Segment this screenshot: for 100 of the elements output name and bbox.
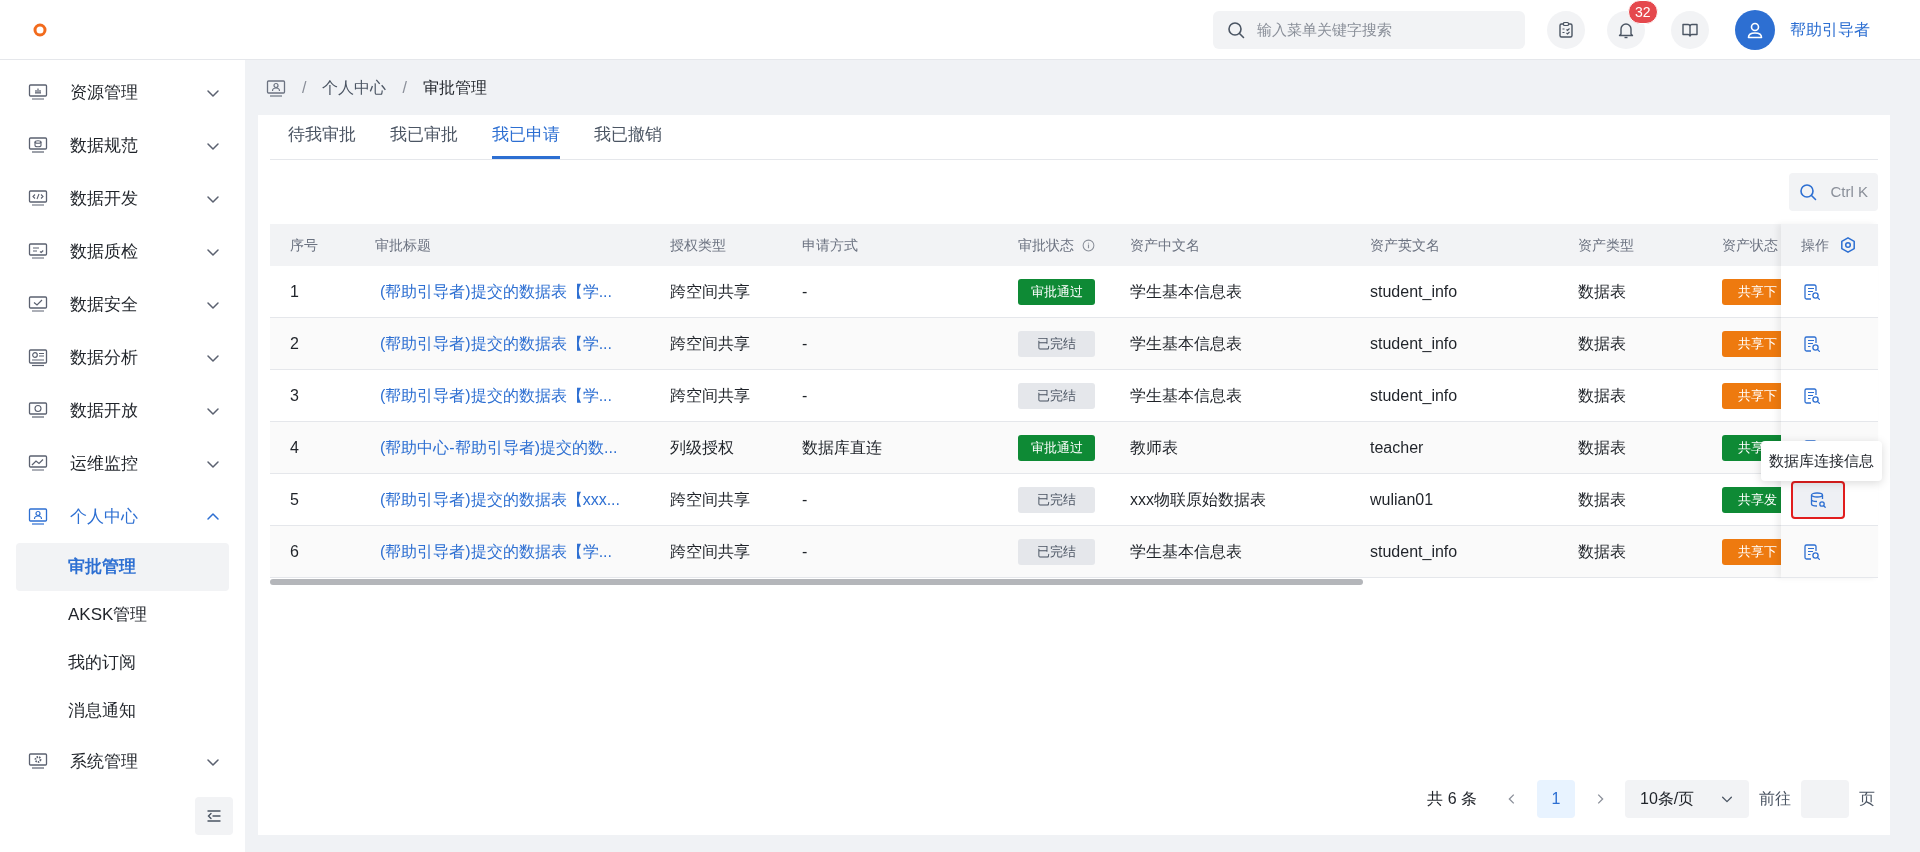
- page-suffix: 页: [1859, 789, 1875, 809]
- notification-badge: 32: [1628, 0, 1658, 24]
- table-cell-text: wulian01: [1370, 489, 1434, 510]
- clipboard-icon: [1557, 20, 1575, 39]
- table-cell-text: 列级授权: [670, 437, 734, 458]
- table-cell-text: student_info: [1370, 385, 1458, 406]
- table-cell-text: 跨空间共享: [670, 281, 750, 302]
- column-header: 资产中文名: [1130, 235, 1200, 255]
- search-icon: [1227, 20, 1245, 39]
- title-link[interactable]: (帮助引导者)提交的数据表【xxx...: [380, 487, 620, 512]
- submenu-item[interactable]: 审批管理: [16, 543, 229, 591]
- logo-icon: [33, 22, 47, 37]
- table-cell-text: 数据表: [1578, 541, 1626, 562]
- settings-icon: [1839, 236, 1857, 254]
- column-header: 审批标题: [375, 235, 431, 255]
- table-cell-text: -: [802, 385, 808, 406]
- table-cell-text: -: [802, 333, 808, 354]
- document-search-icon: [1803, 282, 1821, 301]
- status-badge: 审批通过: [1018, 434, 1095, 461]
- breadcrumb-item: 审批管理: [422, 77, 487, 98]
- search-field[interactable]: 输入菜单关键字搜索: [1213, 10, 1525, 49]
- table-cell-text: 跨空间共享: [670, 385, 750, 406]
- table-cell-text: -: [802, 489, 808, 510]
- search-icon: [1798, 183, 1817, 201]
- monitor-icon: [28, 400, 48, 421]
- bell-icon: [1617, 20, 1635, 39]
- sidebar-item[interactable]: 数据分析: [16, 336, 229, 379]
- tab[interactable]: 我已撤销: [594, 114, 662, 159]
- total-count: 共 6 条: [1427, 789, 1477, 809]
- goto-label: 前往: [1759, 789, 1791, 809]
- submenu-item[interactable]: 消息通知: [16, 687, 229, 735]
- sidebar-item[interactable]: 数据规范: [16, 124, 229, 167]
- column-header: 审批状态: [1018, 235, 1074, 255]
- page-button[interactable]: 1: [1537, 780, 1575, 818]
- scrollbar[interactable]: [270, 579, 1363, 585]
- monitor-icon: [28, 751, 48, 772]
- monitor-icon: [28, 82, 48, 103]
- collapse-button[interactable]: [195, 797, 233, 835]
- breadcrumb-separator: /: [402, 77, 407, 98]
- table-cell-text: 学生基本信息表: [1130, 385, 1242, 406]
- sidebar-item[interactable]: 数据安全: [16, 283, 229, 326]
- table-cell-text: 3: [290, 385, 299, 406]
- monitor-icon: [28, 506, 48, 527]
- tab[interactable]: 我已审批: [390, 114, 458, 159]
- person-icon: [266, 78, 286, 97]
- user-name[interactable]: 帮助引导者: [1790, 17, 1870, 42]
- table-cell-text: 教师表: [1130, 437, 1178, 458]
- monitor-icon: [28, 294, 48, 315]
- breadcrumb-item[interactable]: 个人中心: [322, 75, 387, 100]
- book-button[interactable]: [1671, 10, 1709, 49]
- document-search-icon: [1803, 386, 1821, 405]
- table-cell-text: 跨空间共享: [670, 489, 750, 510]
- table-cell-text: teacher: [1370, 437, 1424, 458]
- clipboard-button[interactable]: [1547, 10, 1585, 49]
- column-header: 申请方式: [802, 235, 858, 255]
- status-badge: 审批通过: [1018, 278, 1095, 305]
- table-cell-text: 学生基本信息表: [1130, 541, 1242, 562]
- table-cell-text: student_info: [1370, 281, 1458, 302]
- table-cell-text: 数据库直连: [802, 437, 882, 458]
- column-header: 资产类型: [1578, 235, 1634, 255]
- sidebar-item[interactable]: 数据开发: [16, 177, 229, 220]
- sidebar-item[interactable]: 个人中心: [16, 495, 229, 538]
- tab[interactable]: 我已申请: [492, 114, 560, 159]
- document-search-icon: [1803, 542, 1821, 561]
- table-cell-text: 学生基本信息表: [1130, 281, 1242, 302]
- table-cell-text: 数据表: [1578, 385, 1626, 406]
- sidebar-item[interactable]: 数据质检: [16, 230, 229, 273]
- title-link[interactable]: (帮助引导者)提交的数据表【学...: [380, 331, 612, 356]
- column-header: 资产英文名: [1370, 235, 1440, 255]
- sidebar-item[interactable]: 数据开放: [16, 389, 229, 432]
- page-size-select[interactable]: 10条/页: [1625, 780, 1749, 818]
- status-badge: 已完结: [1018, 330, 1095, 357]
- title-link[interactable]: (帮助引导者)提交的数据表【学...: [380, 279, 612, 304]
- breadcrumb-separator: /: [302, 77, 307, 98]
- sidebar-item[interactable]: 资源管理: [16, 71, 229, 114]
- sidebar-item[interactable]: 运维监控: [16, 442, 229, 485]
- table-cell-text: 跨空间共享: [670, 333, 750, 354]
- document-search-icon: [1803, 334, 1821, 353]
- table-cell-text: 5: [290, 489, 299, 510]
- sidebar-item[interactable]: 系统管理: [16, 740, 229, 783]
- table-cell-text: 数据表: [1578, 437, 1626, 458]
- column-header: 授权类型: [670, 235, 726, 255]
- submenu-item[interactable]: 我的订阅: [16, 639, 229, 687]
- table-cell-text: student_info: [1370, 333, 1458, 354]
- status-badge: 已完结: [1018, 486, 1095, 513]
- status-badge: 已完结: [1018, 382, 1095, 409]
- table-cell-text: student_info: [1370, 541, 1458, 562]
- tab[interactable]: 待我审批: [288, 114, 356, 159]
- submenu-item[interactable]: AKSK管理: [16, 591, 229, 639]
- column-header: 资产状态: [1722, 235, 1778, 255]
- monitor-icon: [28, 241, 48, 262]
- database-icon: [1809, 490, 1827, 509]
- table-cell-text: 跨空间共享: [670, 541, 750, 562]
- title-link[interactable]: (帮助引导者)提交的数据表【学...: [380, 383, 612, 408]
- title-link[interactable]: (帮助中心-帮助引导者)提交的数...: [380, 435, 618, 460]
- table-cell-text: 6: [290, 541, 299, 562]
- table-cell-text: 数据表: [1578, 333, 1626, 354]
- database-button[interactable]: [1793, 482, 1843, 517]
- title-link[interactable]: (帮助引导者)提交的数据表【学...: [380, 539, 612, 564]
- table-cell-text: 4: [290, 437, 299, 458]
